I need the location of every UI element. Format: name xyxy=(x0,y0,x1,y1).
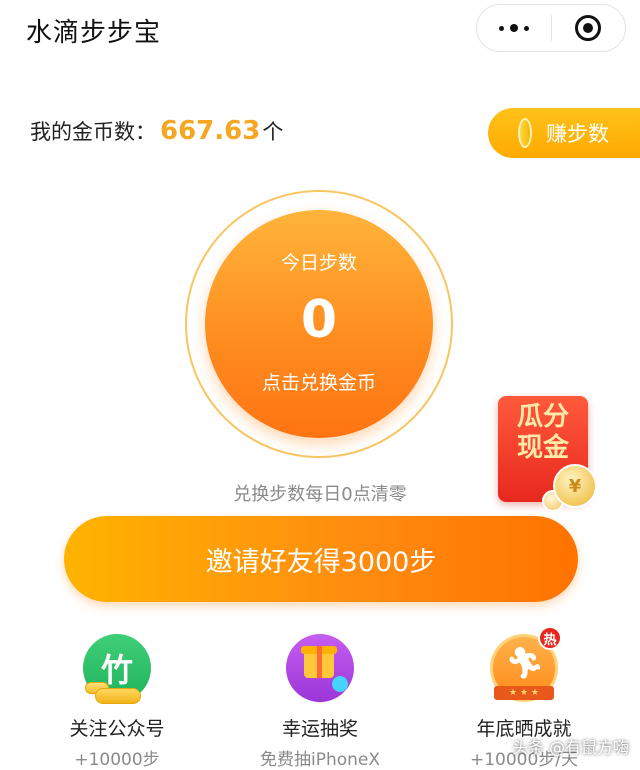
more-dots-icon xyxy=(498,24,529,32)
wechat-follow-icon: 竹 xyxy=(81,632,153,704)
stars-ribbon-icon: ★ ★ ★ xyxy=(494,686,554,700)
task-reward: +10000步 xyxy=(74,750,160,770)
coin-balance-label: 我的金币数： xyxy=(30,120,156,144)
task-reward: 免费抽iPhoneX xyxy=(259,750,381,770)
gift-lottery-icon xyxy=(284,632,356,704)
task-title: 幸运抽奖 xyxy=(281,718,358,740)
task-follow-account[interactable]: 竹 关注公众号 +10000步 xyxy=(37,632,197,770)
red-packet-line1: 瓜分 xyxy=(516,402,569,432)
earn-steps-button[interactable]: 赚步数 xyxy=(488,108,640,158)
coin-balance-unit: 个 xyxy=(262,120,284,144)
app-title: 水滴步步宝 xyxy=(26,18,162,48)
hot-badge: 热 xyxy=(538,626,562,650)
coin-icon xyxy=(518,118,532,148)
red-packet-line2: 现金 xyxy=(516,433,569,463)
steps-count: 0 xyxy=(300,290,338,350)
watermark: 头条 @有鼠方嗨 xyxy=(512,738,630,757)
close-program-button[interactable] xyxy=(552,5,626,51)
invite-friends-button[interactable]: 邀请好友得3000步 xyxy=(64,516,578,602)
more-menu-button[interactable] xyxy=(477,5,551,51)
ball-icon xyxy=(332,676,348,692)
steps-caption: 今日步数 xyxy=(280,252,357,274)
target-icon xyxy=(575,15,602,41)
coin-balance: 我的金币数： 667.63 个 xyxy=(30,116,283,150)
task-lucky-draw[interactable]: 幸运抽奖 免费抽iPhoneX xyxy=(240,632,400,770)
coin-stack-icon xyxy=(95,688,141,704)
earn-steps-label: 赚步数 xyxy=(546,122,609,146)
task-title: 关注公众号 xyxy=(69,718,165,740)
runner-icon: 🏃︎ xyxy=(506,646,545,681)
mini-program-capsule xyxy=(476,4,626,52)
coin-balance-value: 667.63 xyxy=(160,116,261,146)
runner-achievement-icon: 🏃︎ ★ ★ ★ 热 xyxy=(488,626,562,704)
exchange-coins-label: 点击兑换金币 xyxy=(261,372,376,394)
yuan-coin-icon: ¥ xyxy=(553,464,597,508)
red-packet-text: 瓜分 现金 xyxy=(498,402,588,464)
gift-ribbon-icon xyxy=(317,646,322,678)
